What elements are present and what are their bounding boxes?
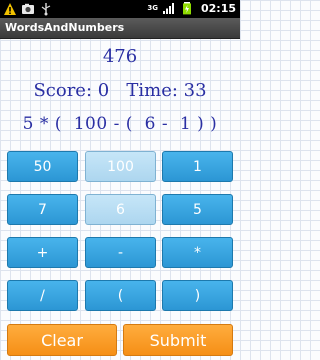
usb-icon [41,3,51,16]
submit-button[interactable]: Submit [123,324,233,356]
operator-multiply-button[interactable]: * [162,237,233,268]
number-key-5[interactable]: 5 [162,194,233,225]
close-paren-button[interactable]: ) [162,280,233,311]
open-paren-button[interactable]: ( [85,280,156,311]
camera-icon [22,3,34,14]
operator-divide-button[interactable]: / [7,280,78,311]
app-title-bar: WordsAndNumbers [0,18,240,39]
battery-icon [182,2,191,15]
number-key-50[interactable]: 50 [7,151,78,182]
app-title: WordsAndNumbers [5,21,125,34]
clock: 02:15 [200,1,236,15]
expression-display: 5 * ( 100 - ( 6 - 1 ) ) [22,114,218,134]
operator-plus-button[interactable]: + [7,237,78,268]
warning-icon [4,3,16,15]
operator-minus-button[interactable]: - [85,237,156,268]
number-key-100[interactable]: 100 [85,151,156,182]
number-key-1[interactable]: 1 [162,151,233,182]
network-type: 3G [147,3,158,12]
number-key-6[interactable]: 6 [85,194,156,225]
status-bar: 3G 02:15 [0,0,240,18]
target-number: 476 [102,46,138,67]
signal-icon [162,3,174,14]
number-key-7[interactable]: 7 [7,194,78,225]
score-time-label: Score: 0 Time: 33 [33,80,207,101]
clear-button[interactable]: Clear [7,324,117,356]
